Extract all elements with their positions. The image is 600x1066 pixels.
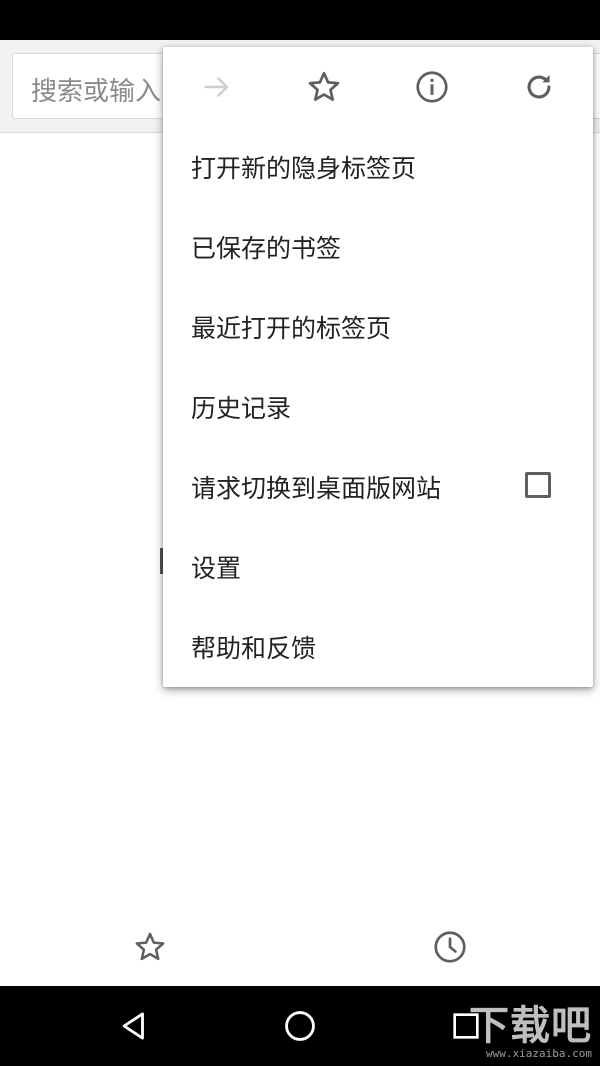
- menu-item-request-desktop-site[interactable]: 请求切换到桌面版网站: [163, 447, 593, 527]
- menu-item-history[interactable]: 历史记录: [163, 367, 593, 447]
- menu-item-label: 设置: [191, 554, 242, 583]
- menu-item-label: 帮助和反馈: [191, 634, 317, 663]
- menu-item-new-incognito-tab[interactable]: 打开新的隐身标签页: [163, 127, 593, 207]
- nav-recents-button[interactable]: [438, 998, 494, 1054]
- status-bar: [0, 0, 600, 40]
- home-circle-icon: [285, 1011, 315, 1041]
- forward-icon: [204, 77, 229, 97]
- bookmarks-button[interactable]: [123, 920, 177, 974]
- menu-item-label: 已保存的书签: [191, 234, 342, 263]
- back-triangle-icon: [122, 1012, 144, 1040]
- overflow-menu: 打开新的隐身标签页 已保存的书签 最近打开的标签页 历史记录 请求切换到桌面版网…: [163, 47, 593, 687]
- menu-icon-row: [163, 47, 593, 127]
- desktop-site-checkbox[interactable]: [525, 472, 551, 498]
- bookmark-page-button[interactable]: [300, 63, 348, 111]
- menu-item-label: 历史记录: [191, 394, 292, 423]
- browser-screen: 搜索或输入网址 下载吧 www.xiazaiba.com 打开新的隐身标签页 已…: [0, 0, 600, 1066]
- page-info-button[interactable]: [408, 63, 456, 111]
- bottom-toolbar: [0, 908, 600, 986]
- recent-clock-icon: [434, 931, 466, 963]
- bookmarks-star-icon: [135, 932, 165, 961]
- nav-home-button[interactable]: [272, 998, 328, 1054]
- recents-square-icon: [453, 1013, 479, 1039]
- menu-item-label: 打开新的隐身标签页: [191, 154, 417, 183]
- menu-item-help-feedback[interactable]: 帮助和反馈: [163, 607, 593, 687]
- recent-tabs-button[interactable]: [423, 920, 477, 974]
- nav-back-button[interactable]: [106, 998, 162, 1054]
- menu-item-settings[interactable]: 设置: [163, 527, 593, 607]
- info-icon: [416, 71, 448, 103]
- system-nav-bar: 下载吧 www.xiazaiba.com: [0, 986, 600, 1066]
- bookmark-star-icon: [308, 71, 340, 101]
- reload-icon: [527, 74, 551, 99]
- menu-item-recent-tabs[interactable]: 最近打开的标签页: [163, 287, 593, 367]
- menu-item-label: 请求切换到桌面版网站: [191, 474, 442, 503]
- menu-item-label: 最近打开的标签页: [191, 314, 392, 343]
- menu-item-bookmarks[interactable]: 已保存的书签: [163, 207, 593, 287]
- reload-button[interactable]: [515, 63, 563, 111]
- forward-button[interactable]: [193, 63, 241, 111]
